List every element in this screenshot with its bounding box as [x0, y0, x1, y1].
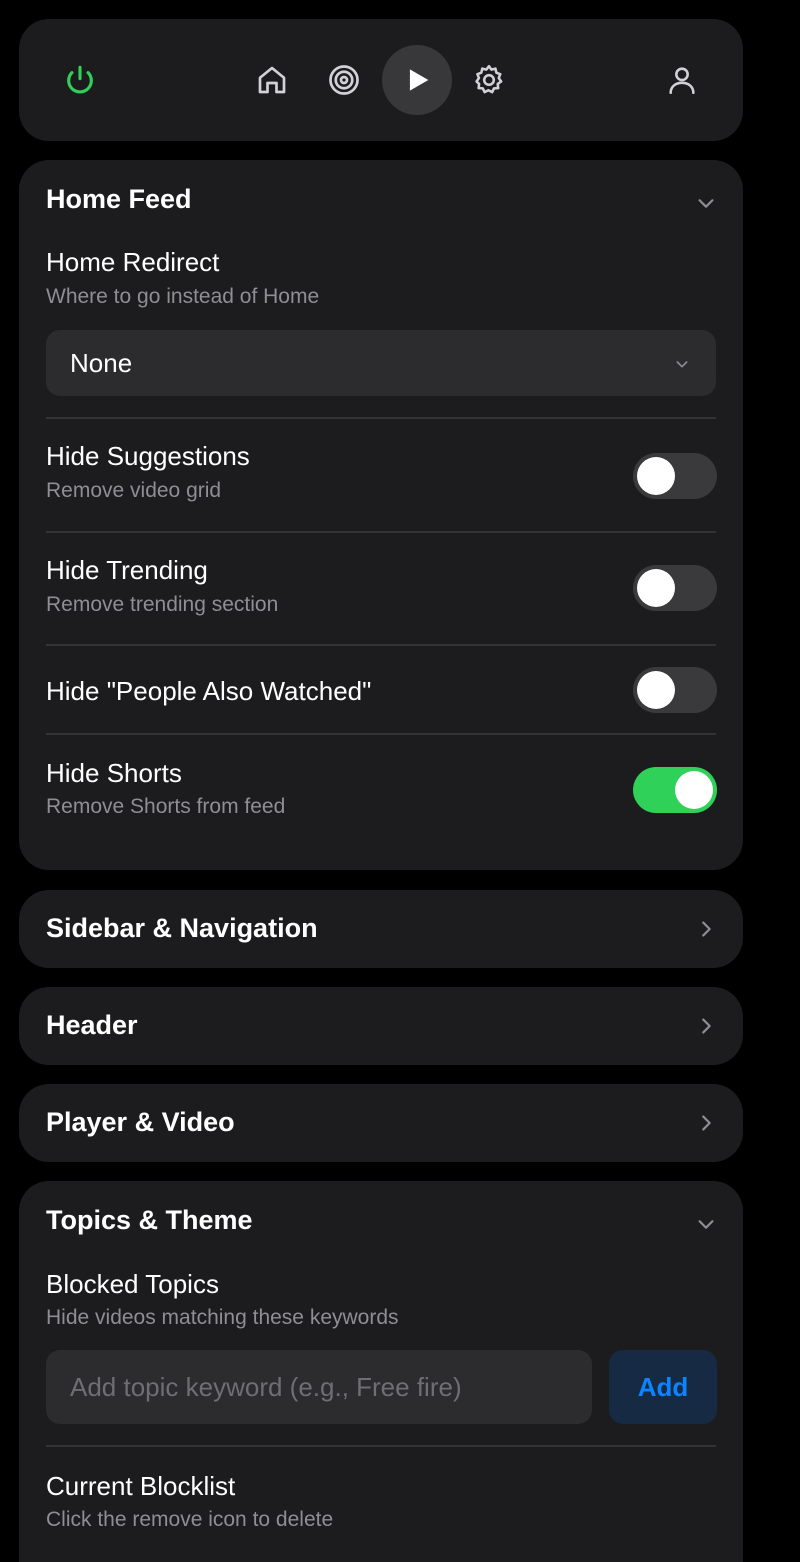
topic-keyword-input[interactable]: [46, 1350, 592, 1424]
home-icon: [258, 66, 286, 94]
target-icon: [329, 65, 359, 95]
user-icon: [669, 67, 695, 95]
sidebar-navigation-section[interactable]: Sidebar & Navigation: [19, 890, 743, 968]
chevron-down-icon: [676, 361, 688, 368]
account-button[interactable]: [647, 45, 717, 115]
hide-shorts-toggle[interactable]: [633, 767, 717, 813]
blocked-topics-label: Blocked Topics: [46, 1269, 219, 1299]
home-redirect-description: Where to go instead of Home: [46, 285, 320, 308]
home-feed-section: Home Feed Home Redirect Where to go inst…: [19, 160, 743, 870]
add-topic-button[interactable]: Add: [609, 1350, 717, 1424]
hide-trending-label: Hide Trending: [46, 555, 208, 585]
hide-suggestions-toggle[interactable]: [633, 453, 717, 499]
divider: [46, 733, 716, 735]
section-title: Header: [46, 1010, 138, 1040]
hide-suggestions-label: Hide Suggestions: [46, 441, 250, 471]
current-blocklist-description: Click the remove icon to delete: [46, 1508, 334, 1531]
section-title: Player & Video: [46, 1107, 235, 1137]
focus-tab[interactable]: [309, 45, 379, 115]
power-button[interactable]: [45, 45, 115, 115]
toggle-knob: [637, 569, 675, 607]
hide-trending-toggle[interactable]: [633, 565, 717, 611]
hide-shorts-label: Hide Shorts: [46, 758, 182, 788]
player-tab[interactable]: [382, 45, 452, 115]
popup: Home Feed Home Redirect Where to go inst…: [0, 0, 800, 1562]
toggle-knob: [675, 771, 713, 809]
toggle-knob: [637, 457, 675, 495]
header-section[interactable]: Header: [19, 987, 743, 1065]
section-title: Home Feed: [46, 184, 192, 214]
divider: [46, 417, 716, 419]
hide-trending-description: Remove trending section: [46, 593, 279, 616]
player-video-section[interactable]: Player & Video: [19, 1084, 743, 1162]
play-icon: [409, 69, 429, 91]
chevron-down-icon[interactable]: [695, 192, 717, 214]
hide-suggestions-description: Remove video grid: [46, 479, 222, 502]
hide-shorts-description: Remove Shorts from feed: [46, 795, 286, 818]
chevron-right-icon: [702, 1018, 711, 1034]
home-tab[interactable]: [237, 45, 307, 115]
chevron-right-icon: [702, 921, 711, 937]
divider: [46, 531, 716, 533]
section-title: Topics & Theme: [46, 1205, 253, 1235]
blocked-topics-description: Hide videos matching these keywords: [46, 1306, 399, 1329]
hide-people-also-watched-label: Hide "People Also Watched": [46, 676, 372, 706]
gear-icon: [475, 64, 503, 94]
topics-theme-section: Topics & Theme Blocked Topics Hide video…: [19, 1181, 743, 1562]
chevron-down-icon[interactable]: [695, 1213, 717, 1235]
power-icon: [67, 65, 93, 94]
current-blocklist-label: Current Blocklist: [46, 1471, 236, 1501]
divider: [46, 644, 716, 646]
top-nav-bar: [19, 19, 743, 141]
home-redirect-select[interactable]: None: [46, 330, 716, 396]
section-title: Sidebar & Navigation: [46, 913, 318, 943]
divider: [46, 1445, 716, 1447]
home-redirect-label: Home Redirect: [46, 247, 220, 277]
hide-people-also-watched-toggle[interactable]: [633, 667, 717, 713]
chevron-right-icon: [702, 1115, 711, 1131]
home-redirect-value: None: [70, 348, 133, 378]
toggle-knob: [637, 671, 675, 709]
settings-tab[interactable]: [454, 45, 524, 115]
